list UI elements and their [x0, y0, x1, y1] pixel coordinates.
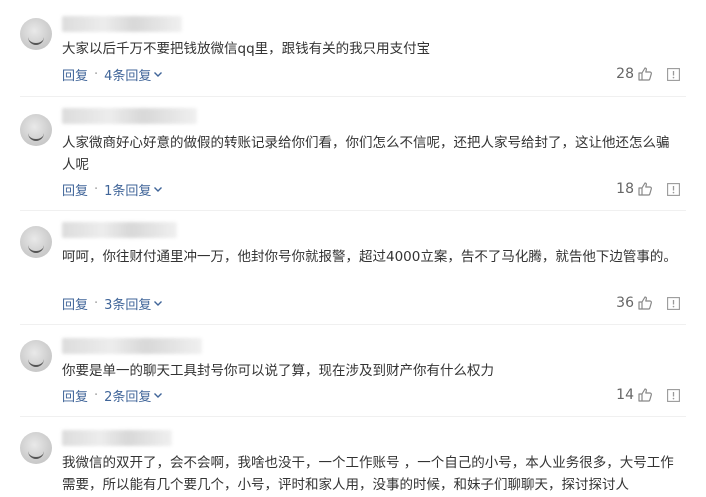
avatar[interactable]	[20, 114, 52, 146]
replies-count-label: 2条回复	[104, 389, 152, 405]
username-blurred[interactable]	[62, 16, 182, 32]
view-replies-button[interactable]: 2条回复	[104, 386, 163, 405]
username-blurred[interactable]	[62, 338, 202, 354]
divider	[20, 210, 686, 211]
thumbs-up-icon[interactable]	[637, 66, 653, 82]
report-icon[interactable]	[667, 67, 680, 81]
username-blurred[interactable]	[62, 108, 197, 124]
username-blurred[interactable]	[62, 430, 172, 446]
comment-text: 你要是单一的聊天工具封号你可以说了算，现在涉及到财产你有什么权力	[62, 363, 494, 379]
separator: ·	[94, 181, 99, 197]
like-count: 36	[616, 295, 634, 311]
replies-count-label: 3条回复	[104, 297, 152, 313]
avatar[interactable]	[20, 226, 52, 258]
report-icon[interactable]	[667, 388, 680, 402]
thumbs-up-icon[interactable]	[637, 295, 653, 311]
view-replies-button[interactable]: 4条回复	[104, 65, 163, 84]
comment-meta: 28	[616, 64, 680, 84]
comment-actions: 回复 · 1条回复	[62, 179, 163, 199]
comment-text: 我微信的双开了，会不会啊，我啥也没干，一个工作账号 ，一个自己的小号，本人业务很…	[62, 455, 674, 493]
avatar[interactable]	[20, 432, 52, 464]
comment-text: 呵呵，你往财付通里冲一万，他封你号你就报警，超过4000立案，告不了马化腾，就告…	[62, 249, 677, 265]
comment-meta: 14	[616, 385, 680, 405]
avatar[interactable]	[20, 18, 52, 50]
thumbs-up-icon[interactable]	[637, 387, 653, 403]
chevron-down-icon	[154, 72, 163, 77]
report-icon[interactable]	[667, 182, 680, 196]
chevron-down-icon	[154, 393, 163, 398]
chevron-down-icon	[154, 187, 163, 192]
reply-button[interactable]: 回复	[62, 180, 88, 199]
divider	[20, 416, 686, 417]
comment-actions: 回复 · 2条回复	[62, 385, 163, 405]
comment-text: 大家以后千万不要把钱放微信qq里，跟钱有关的我只用支付宝	[62, 41, 431, 57]
reply-button[interactable]: 回复	[62, 386, 88, 405]
like-count: 14	[616, 387, 634, 403]
comment-actions: 回复 · 3条回复	[62, 293, 163, 313]
thumbs-up-icon[interactable]	[637, 181, 653, 197]
comment-meta: 36	[616, 293, 680, 313]
replies-count-label: 1条回复	[104, 183, 152, 199]
username-blurred[interactable]	[62, 222, 177, 238]
like-count: 18	[616, 181, 634, 197]
avatar[interactable]	[20, 340, 52, 372]
report-icon[interactable]	[667, 296, 680, 310]
comment-actions: 回复 · 4条回复	[62, 64, 163, 84]
comment-meta: 18	[616, 179, 680, 199]
reply-button[interactable]: 回复	[62, 65, 88, 84]
comment-text: 人家微商好心好意的做假的转账记录给你们看，你们怎么不信呢，还把人家号给封了，这让…	[62, 135, 670, 173]
replies-count-label: 4条回复	[104, 68, 152, 84]
view-replies-button[interactable]: 3条回复	[104, 294, 163, 313]
divider	[20, 324, 686, 325]
divider	[20, 96, 686, 97]
separator: ·	[94, 295, 99, 311]
reply-button[interactable]: 回复	[62, 294, 88, 313]
like-count: 28	[616, 66, 634, 82]
separator: ·	[94, 387, 99, 403]
chevron-down-icon	[154, 301, 163, 306]
separator: ·	[94, 66, 99, 82]
view-replies-button[interactable]: 1条回复	[104, 180, 163, 199]
